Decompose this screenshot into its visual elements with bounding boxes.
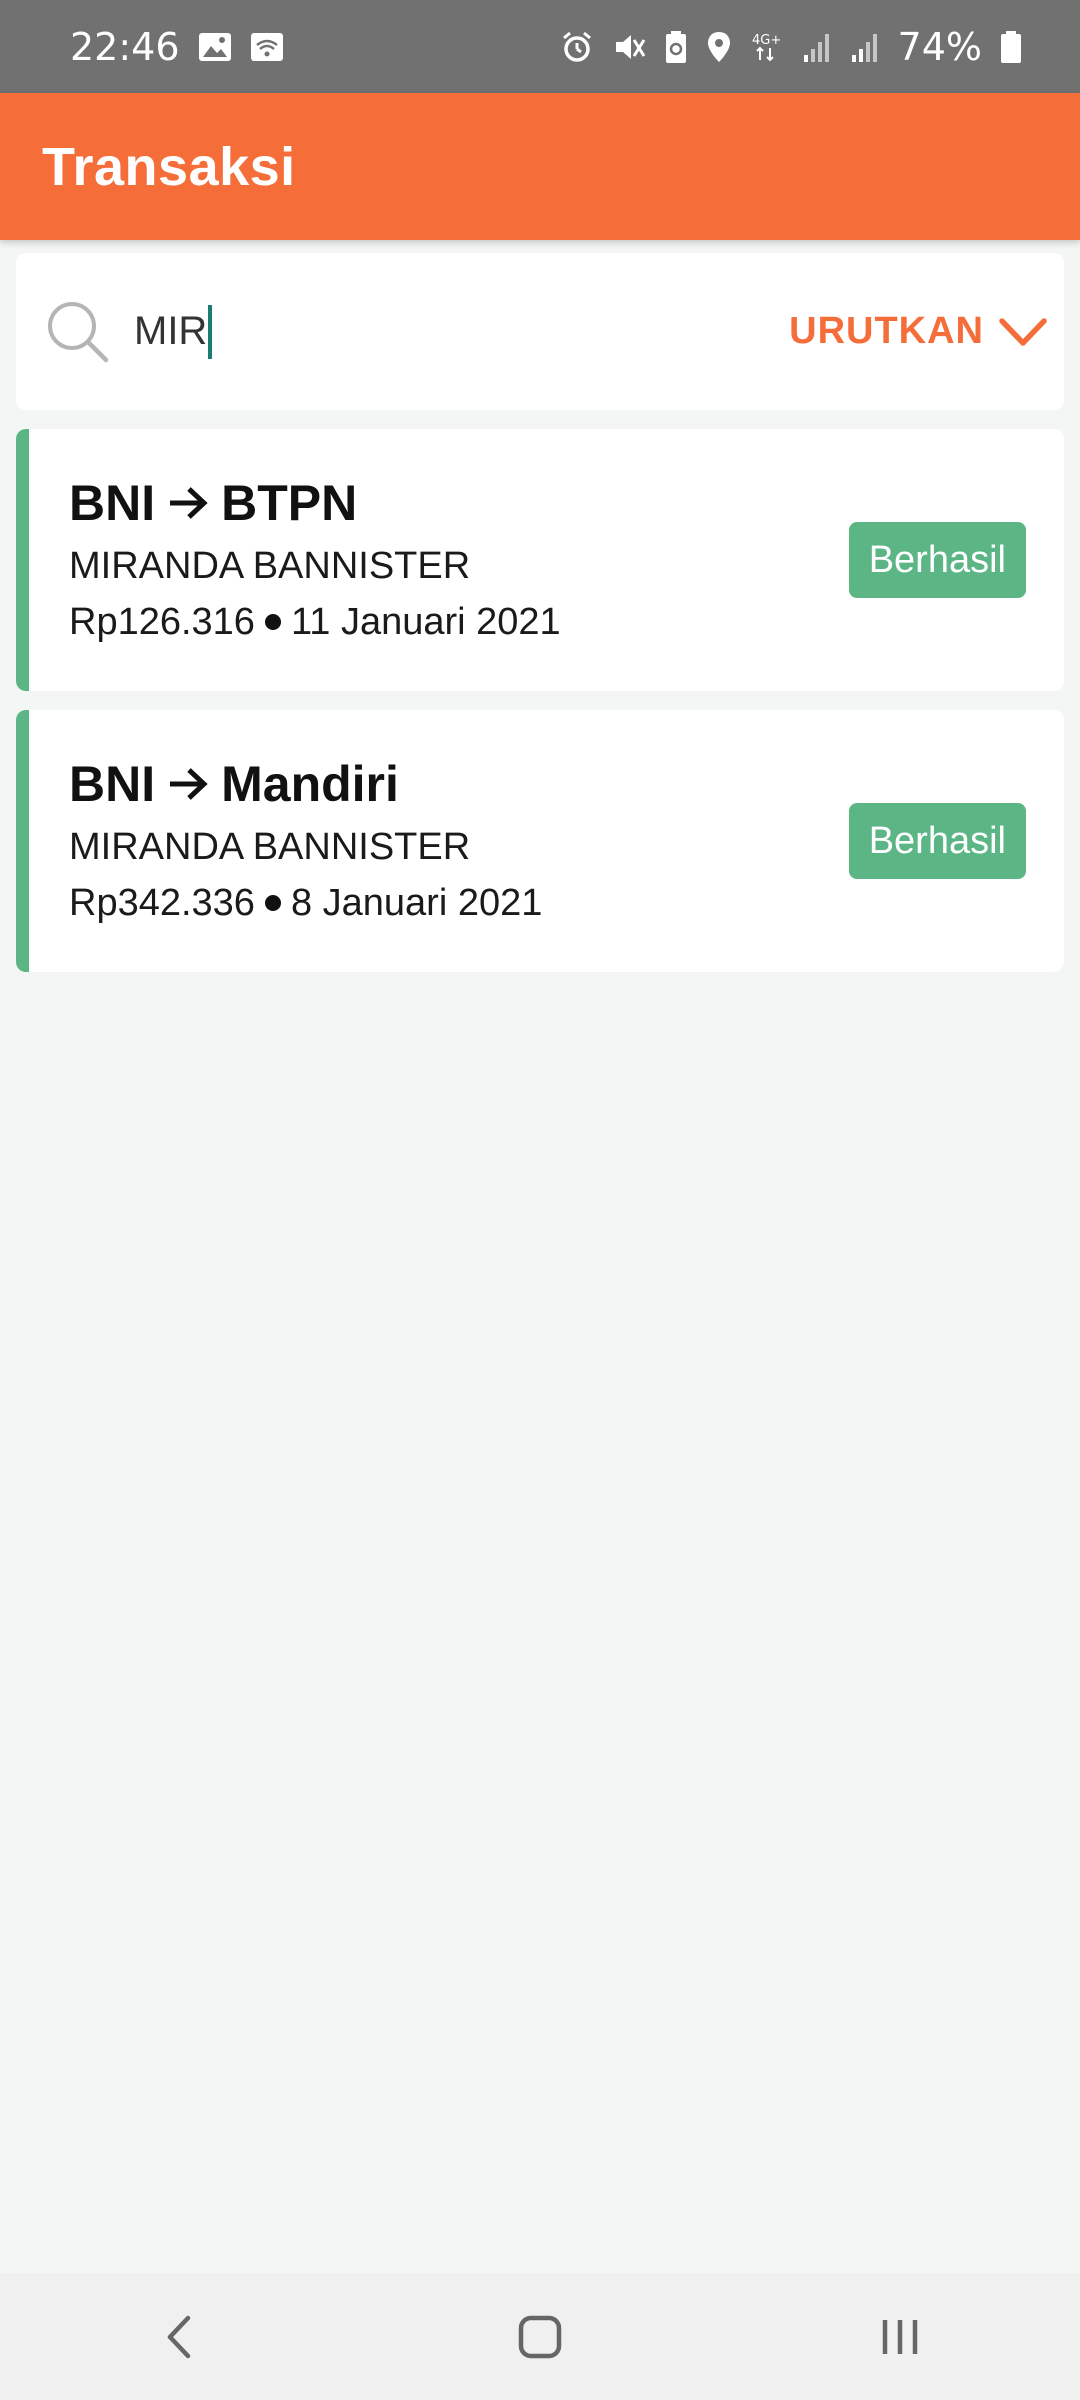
status-accent-bar [16, 710, 29, 972]
destination-bank: BTPN [221, 475, 358, 531]
system-nav-bar [0, 2273, 1080, 2400]
search-input[interactable]: MIR [134, 304, 213, 359]
search-input-value: MIR [134, 309, 208, 353]
mute-icon [612, 30, 646, 64]
transaction-amount: Rp126.316 [69, 600, 255, 643]
destination-bank: Mandiri [221, 756, 399, 812]
battery-percent: 74% [897, 24, 982, 69]
transaction-meta: Rp126.316 11 Januari 2021 [69, 594, 561, 650]
status-left: 22:46 [70, 25, 284, 69]
image-icon [198, 32, 232, 62]
recipient-name: MIRANDA BANNISTER [69, 826, 471, 868]
search-icon[interactable] [36, 290, 120, 374]
sort-label: URUTKAN [789, 310, 984, 352]
page-title: Transaksi [42, 136, 296, 197]
battery-icon [1000, 30, 1022, 64]
status-time: 22:46 [70, 24, 180, 69]
status-right: 4G+ 74% [560, 25, 1022, 69]
alarm-icon [560, 30, 594, 64]
transaction-date: 11 Januari 2021 [290, 600, 561, 643]
battery-saver-icon [664, 30, 688, 64]
source-bank: BNI [69, 475, 156, 531]
location-icon [706, 30, 732, 64]
signal-icon [850, 31, 880, 63]
4g-icon: 4G+ [750, 30, 784, 64]
status-badge: Berhasil [848, 803, 1026, 879]
status-bar: 22:46 4G+ 74% [0, 0, 1080, 93]
signal-icon [802, 31, 832, 63]
search-bar[interactable]: MIR URUTKAN [16, 253, 1064, 410]
status-accent-bar [16, 429, 29, 691]
separator-dot [264, 614, 281, 630]
sort-button[interactable]: URUTKAN [789, 310, 1048, 353]
recipient-name: MIRANDA BANNISTER [69, 545, 471, 587]
transaction-amount: Rp342.336 [69, 881, 255, 924]
transaction-card[interactable]: BNI BTPN MIRANDA BANNISTER Rp126.316 11 … [16, 429, 1064, 691]
arrow-right-icon [167, 485, 209, 521]
home-button[interactable] [480, 2287, 600, 2387]
transaction-meta: Rp342.336 8 Januari 2021 [69, 875, 542, 931]
text-cursor [208, 304, 213, 359]
recent-apps-button[interactable] [840, 2287, 960, 2387]
transaction-info: BNI Mandiri MIRANDA BANNISTER Rp342.336 … [16, 751, 542, 931]
app-bar: Transaksi [0, 93, 1080, 240]
status-badge: Berhasil [848, 522, 1026, 598]
transfer-route: BNI BTPN [69, 470, 561, 536]
source-bank: BNI [69, 756, 156, 812]
back-button[interactable] [120, 2287, 240, 2387]
arrow-right-icon [167, 766, 209, 802]
transfer-route: BNI Mandiri [69, 751, 542, 817]
wifi-icon [250, 32, 284, 62]
transaction-date: 8 Januari 2021 [290, 881, 543, 924]
chevron-down-icon [998, 316, 1048, 348]
separator-dot [264, 895, 281, 911]
transaction-card[interactable]: BNI Mandiri MIRANDA BANNISTER Rp342.336 … [16, 710, 1064, 972]
svg-text:4G+: 4G+ [752, 33, 781, 48]
transaction-info: BNI BTPN MIRANDA BANNISTER Rp126.316 11 … [16, 470, 561, 650]
